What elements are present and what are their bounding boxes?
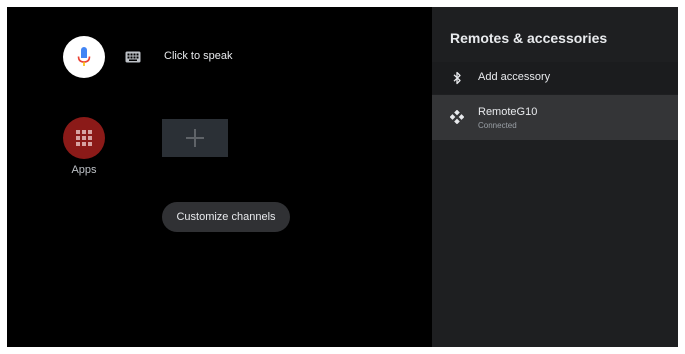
keyboard-icon[interactable]: [125, 51, 141, 63]
apps-button[interactable]: [63, 117, 105, 159]
tv-screen: Click to speak Apps Customize channels R…: [7, 7, 678, 347]
customize-channels-button[interactable]: Customize channels: [162, 202, 290, 232]
gamepad-icon: [450, 110, 464, 124]
remote-g10-item[interactable]: RemoteG10 Connected: [432, 95, 678, 140]
add-app-tile[interactable]: [162, 119, 228, 157]
bluetooth-icon: [453, 71, 461, 85]
apps-label: Apps: [71, 164, 97, 176]
plus-icon: [186, 129, 204, 147]
apps-grid-icon: [76, 130, 92, 146]
panel-title: Remotes & accessories: [450, 30, 608, 46]
home-screen: Click to speak Apps Customize channels: [7, 7, 432, 347]
add-accessory-item[interactable]: Add accessory: [432, 62, 678, 94]
remote-status-label: Connected: [478, 121, 517, 130]
voice-search-button[interactable]: [63, 36, 105, 78]
add-accessory-label: Add accessory: [478, 71, 551, 83]
remote-name-label: RemoteG10: [478, 106, 538, 118]
remotes-accessories-panel: Remotes & accessories Add accessory Remo…: [432, 7, 678, 347]
click-to-speak-label: Click to speak: [164, 50, 233, 62]
mic-icon: [77, 47, 91, 66]
